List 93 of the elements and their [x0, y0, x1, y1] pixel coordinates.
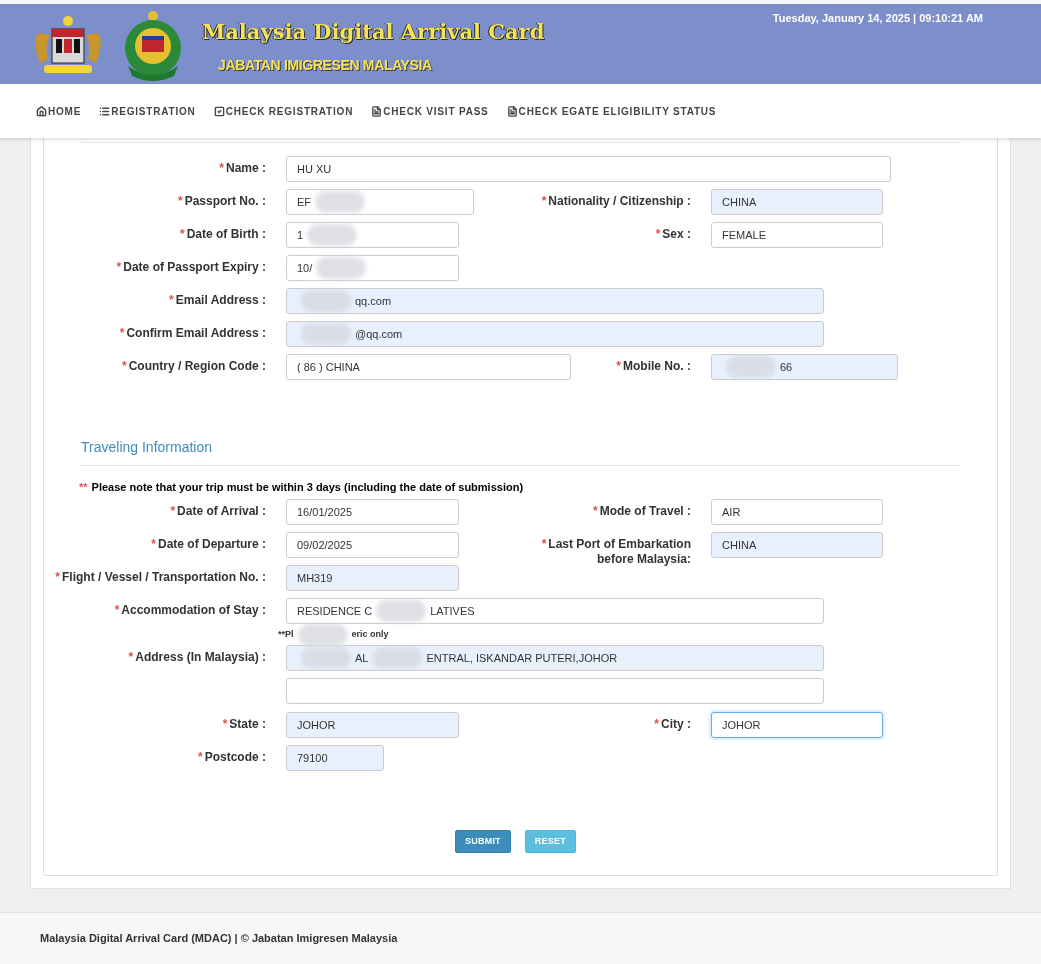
field-label: * Passport No. :: [177, 194, 266, 209]
checkbox-icon: [213, 105, 225, 117]
nav-link[interactable]: CHECK EGATE ELIGIBILITY STATUS: [506, 103, 717, 119]
field-value: HU XU: [297, 161, 332, 177]
nav-link[interactable]: REGISTRATION: [99, 103, 196, 119]
field-label: * Date of Departure :: [151, 537, 266, 552]
field-value: eric only: [351, 628, 389, 642]
field-value: ENTRAL, ISKANDAR PUTERI,JOHOR: [426, 650, 618, 666]
field-label: * Email Address :: [169, 293, 266, 308]
section-title: Traveling Information: [81, 438, 213, 457]
list-icon: [99, 105, 111, 117]
field-label: * Nationality / Citizenship :: [541, 194, 691, 209]
field-value: AL: [355, 650, 369, 666]
text-field[interactable]: AL ENTRAL, ISKANDAR PUTERI,JOHOR: [286, 645, 824, 671]
redaction-blur: [301, 290, 351, 312]
field-value: **Pl: [278, 628, 294, 642]
field-label: * Address (In Malaysia) :: [128, 650, 266, 665]
redaction-blur: [316, 257, 367, 279]
field-value: AIR: [722, 504, 741, 520]
text-field[interactable]: ( 86 ) CHINA: [286, 354, 571, 380]
field-value: LATIVES: [430, 603, 475, 619]
text-field[interactable]: qq.com: [286, 288, 824, 314]
text-field[interactable]: 1: [286, 222, 459, 248]
redaction-blur: [372, 647, 423, 669]
redaction-blur: [315, 191, 366, 213]
field-label: * Date of Arrival :: [170, 504, 266, 519]
document-icon: [506, 105, 518, 117]
text-field[interactable]: FEMALE: [711, 222, 883, 248]
text-field[interactable]: AIR: [711, 499, 883, 525]
text-field[interactable]: 16/01/2025: [286, 499, 459, 525]
text-field[interactable]: RESIDENCE C LATIVES: [286, 598, 824, 624]
field-value: MH319: [297, 570, 333, 586]
text-field[interactable]: JOHOR: [711, 712, 883, 738]
redaction-blur: [301, 647, 351, 669]
redaction-blur: [726, 356, 776, 378]
field-value: RESIDENCE C: [297, 603, 373, 619]
trip-note: Please note that your trip must be within 3 days (including the date of submission): [91, 480, 524, 495]
field-value: CHINA: [722, 194, 757, 210]
text-field[interactable]: CHINA: [711, 532, 883, 558]
redaction-blur: [307, 224, 358, 246]
field-label: * State :: [222, 717, 266, 732]
field-label: * Mobile No. :: [616, 359, 691, 374]
redaction-blur: [376, 600, 427, 622]
text-field[interactable]: [286, 678, 824, 704]
text-field[interactable]: 66: [711, 354, 898, 380]
text-field[interactable]: EF: [286, 189, 474, 215]
text-field[interactable]: MH319: [286, 565, 459, 591]
text-field[interactable]: CHINA: [711, 189, 883, 215]
redaction-blur: [301, 323, 351, 345]
redaction-blur: [297, 624, 348, 646]
field-label: * Last Port of Embarkation before Malaysia:: [540, 537, 691, 567]
field-label: * Postcode :: [198, 750, 266, 765]
field-value: JOHOR: [722, 717, 761, 733]
footer-text: Malaysia Digital Arrival Card (MDAC) | © Jabatan Imigresen Malaysia: [40, 931, 398, 947]
field-label: * Date of Birth :: [180, 227, 266, 242]
field-value: CHINA: [722, 537, 757, 553]
note-mark: **: [79, 480, 88, 495]
field-value: 10/: [297, 260, 313, 276]
field-label: * Flight / Vessel / Transportation No. :: [55, 570, 266, 585]
nav-link[interactable]: CHECK VISIT PASS: [371, 103, 489, 119]
field-label: * Confirm Email Address :: [119, 326, 266, 341]
field-label: * Mode of Travel :: [592, 504, 691, 519]
submit-button[interactable]: SUBMIT: [455, 830, 511, 853]
text-field[interactable]: 79100: [286, 745, 384, 771]
field-value: 16/01/2025: [297, 504, 353, 520]
text-field[interactable]: JOHOR: [286, 712, 459, 738]
text-field[interactable]: 10/: [286, 255, 459, 281]
field-value: ( 86 ) CHINA: [297, 359, 360, 375]
field-value: EF: [297, 194, 312, 210]
field-value: 09/02/2025: [297, 537, 353, 553]
field-label: * City :: [654, 717, 691, 732]
field-value: JOHOR: [297, 717, 336, 733]
field-label: * Date of Passport Expiry :: [116, 260, 266, 275]
date-time: Tuesday, January 14, 2025 | 09:10:21 AM: [772, 11, 983, 26]
field-label: * Country / Region Code :: [122, 359, 266, 374]
field-label: * Name :: [219, 161, 266, 176]
field-value: qq.com: [355, 293, 392, 309]
nav-link[interactable]: HOME: [36, 103, 82, 119]
field-value: 66: [780, 359, 793, 375]
text-field[interactable]: 09/02/2025: [286, 532, 459, 558]
field-value: 1: [297, 227, 304, 243]
field-label: * Sex :: [655, 227, 691, 242]
nav-link[interactable]: CHECK REGISTRATION: [213, 103, 354, 119]
document-icon: [371, 105, 383, 117]
field-value: @qq.com: [355, 326, 403, 342]
site-subtitle: JABATAN IMIGRESEN MALAYSIA: [218, 57, 433, 73]
site-title: Malaysia Digital Arrival Card: [202, 19, 545, 45]
field-value: 79100: [297, 750, 328, 766]
text-field[interactable]: HU XU: [286, 156, 891, 182]
home-icon: [36, 105, 47, 117]
field-value: FEMALE: [722, 227, 766, 243]
text-field[interactable]: @qq.com: [286, 321, 824, 347]
field-label: * Accommodation of Stay :: [114, 603, 266, 618]
